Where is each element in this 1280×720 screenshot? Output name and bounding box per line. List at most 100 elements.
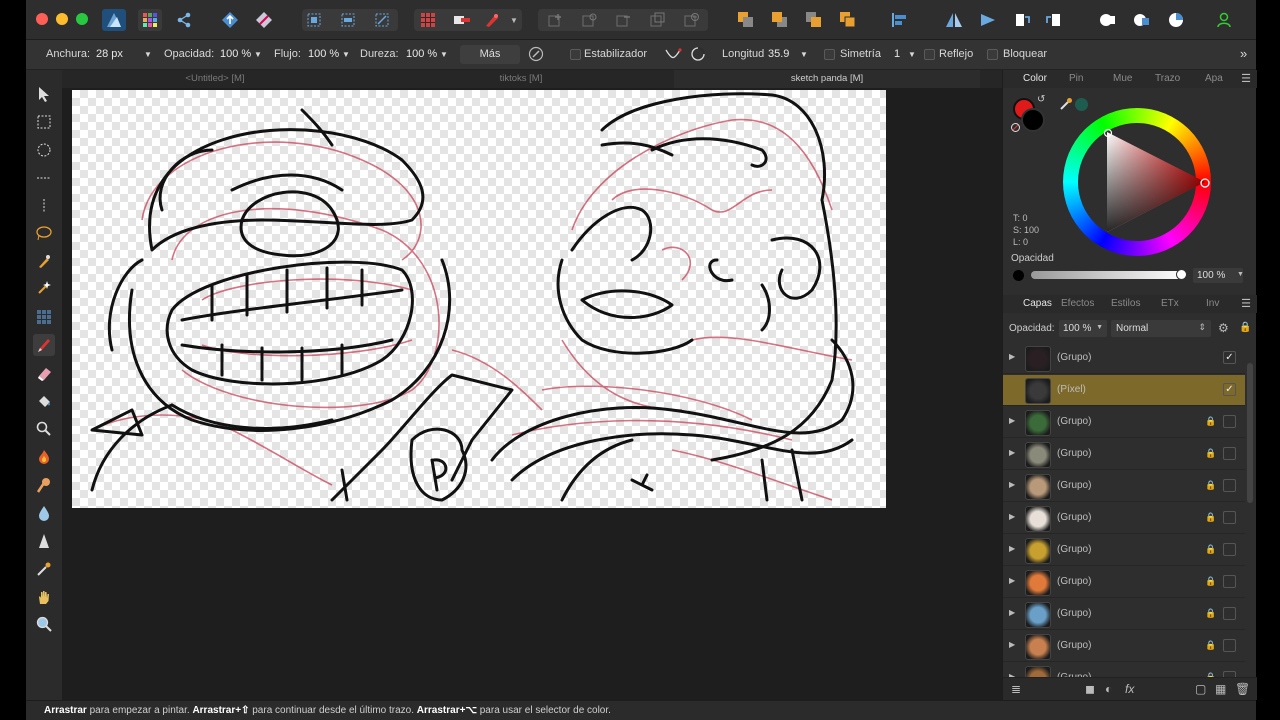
- length-chevron-icon[interactable]: ▼: [800, 50, 808, 59]
- expand-arrow-icon[interactable]: ▶: [1009, 544, 1015, 553]
- affinity-photo-icon[interactable]: [102, 9, 126, 31]
- tab-apa[interactable]: Apa: [1205, 73, 1223, 84]
- layer-visibility-checkbox[interactable]: [1223, 575, 1236, 588]
- burn-brush-icon[interactable]: [33, 446, 55, 468]
- layer-row[interactable]: ▶ (Grupo) 🔒: [1003, 567, 1245, 598]
- hardness-field[interactable]: 100 %: [406, 48, 437, 60]
- layer-visibility-checkbox[interactable]: ✓: [1223, 383, 1236, 396]
- layer-lock-icon[interactable]: 🔒: [1205, 640, 1216, 651]
- boolean-intersect-icon[interactable]: [1164, 9, 1188, 31]
- layer-row[interactable]: (Píxel) ✓: [1003, 375, 1245, 406]
- blur-brush-icon[interactable]: [33, 418, 55, 440]
- sharpen-icon[interactable]: [33, 530, 55, 552]
- layer-list-scrollbar[interactable]: [1247, 363, 1253, 503]
- expand-arrow-icon[interactable]: ▶: [1009, 416, 1015, 425]
- swap-colors-icon[interactable]: ↺: [1037, 94, 1045, 105]
- layer-lock-icon[interactable]: 🔒: [1239, 322, 1251, 333]
- overflow-chevron-icon[interactable]: »: [1240, 46, 1247, 61]
- flood-select-icon[interactable]: [33, 276, 55, 298]
- drop-icon[interactable]: [33, 502, 55, 524]
- expand-arrow-icon[interactable]: ▶: [1009, 640, 1015, 649]
- arrange-front-icon[interactable]: [768, 9, 792, 31]
- layer-visibility-checkbox[interactable]: [1223, 511, 1236, 524]
- move-icon[interactable]: [33, 83, 55, 105]
- flood-fill-icon[interactable]: [33, 390, 55, 412]
- align-left-icon[interactable]: [888, 9, 912, 31]
- sketch-canvas[interactable]: [72, 90, 886, 508]
- tab-untitled[interactable]: <Untitled> [M]: [62, 70, 368, 88]
- flip-vertical-icon[interactable]: [976, 9, 1000, 31]
- rope-mode-icon[interactable]: [664, 46, 682, 65]
- opacity-slider[interactable]: [1031, 269, 1187, 280]
- width-field[interactable]: 28 px: [96, 48, 123, 60]
- layer-lock-icon[interactable]: 🔒: [1205, 576, 1216, 587]
- color-opacity-value[interactable]: 100 %: [1193, 268, 1243, 283]
- layer-visibility-checkbox[interactable]: [1223, 447, 1236, 460]
- column-marquee-icon[interactable]: [33, 195, 55, 217]
- expand-arrow-icon[interactable]: ▶: [1009, 608, 1015, 617]
- hardness-chevron-icon[interactable]: ▼: [440, 50, 448, 59]
- layer-lock-icon[interactable]: 🔒: [1205, 416, 1216, 427]
- duplicate-icon[interactable]: [646, 9, 670, 31]
- erase-brush-icon[interactable]: [33, 362, 55, 384]
- layer-visibility-checkbox[interactable]: [1223, 479, 1236, 492]
- new-group-icon[interactable]: ▦: [1215, 682, 1226, 696]
- tab-inv[interactable]: Inv: [1206, 298, 1219, 309]
- layer-row[interactable]: ▶ (Grupo) 🔒: [1003, 439, 1245, 470]
- color-wheel[interactable]: [1063, 108, 1211, 256]
- expand-arrow-icon[interactable]: ▶: [1009, 480, 1015, 489]
- tab-efectos[interactable]: Efectos: [1061, 298, 1094, 309]
- layer-row[interactable]: ▶ (Grupo) 🔒: [1003, 599, 1245, 630]
- opacity-slider-knob[interactable]: [1176, 269, 1187, 280]
- brush-mask-icon[interactable]: [480, 9, 504, 31]
- rotate-left-icon[interactable]: [1010, 9, 1034, 31]
- zoom-icon[interactable]: [33, 613, 55, 635]
- hand-icon[interactable]: [33, 586, 55, 608]
- layer-visibility-checkbox[interactable]: [1223, 607, 1236, 620]
- freehand-selection-icon[interactable]: [33, 222, 55, 244]
- tab-pin[interactable]: Pin: [1069, 73, 1083, 84]
- layers-opacity-field[interactable]: 100 % ▼: [1059, 320, 1107, 337]
- rect-marquee-icon[interactable]: [33, 111, 55, 133]
- selection-marquee-icon[interactable]: [336, 9, 360, 31]
- maximize-window-button[interactable]: [76, 13, 88, 25]
- layer-row[interactable]: ▶ (Grupo) 🔒: [1003, 631, 1245, 662]
- layer-lock-icon[interactable]: 🔒: [1205, 480, 1216, 491]
- boolean-add-icon[interactable]: [1096, 9, 1120, 31]
- add-adjust-icon[interactable]: [578, 9, 602, 31]
- delete-layer-icon[interactable]: 🗑: [1235, 682, 1250, 696]
- layer-visibility-checkbox[interactable]: [1223, 415, 1236, 428]
- color-opacity-chevron-icon[interactable]: ▼: [1237, 271, 1244, 278]
- grid-icon[interactable]: [416, 9, 440, 31]
- layer-lock-icon[interactable]: 🔒: [1205, 512, 1216, 523]
- symmetry-checkbox[interactable]: [824, 49, 835, 60]
- selection-grid-icon[interactable]: [302, 9, 326, 31]
- secondary-color-swatch[interactable]: [1021, 108, 1045, 132]
- lock-checkbox[interactable]: [987, 49, 998, 60]
- opacity-field[interactable]: 100 %: [220, 48, 251, 60]
- mask-layer-icon[interactable]: ◼: [1085, 682, 1095, 696]
- smudge-brush-icon[interactable]: [33, 474, 55, 496]
- tab-color[interactable]: Color: [1023, 73, 1047, 84]
- develop-icon[interactable]: [252, 9, 276, 31]
- tab-mue[interactable]: Mue: [1113, 73, 1132, 84]
- tab-sketch-panda[interactable]: sketch panda [M]: [674, 70, 980, 88]
- expand-arrow-icon[interactable]: ▶: [1009, 576, 1015, 585]
- tab-etx[interactable]: ETx: [1161, 298, 1179, 309]
- expand-arrow-icon[interactable]: ▶: [1009, 512, 1015, 521]
- remove-icon[interactable]: [612, 9, 636, 31]
- layer-row[interactable]: ▶ (Grupo) 🔒: [1003, 407, 1245, 438]
- layer-row[interactable]: ▶ (Grupo) ✓: [1003, 343, 1245, 374]
- fx-icon[interactable]: fx: [1125, 682, 1134, 696]
- blend-mode-select[interactable]: Normal ⇕: [1111, 320, 1211, 337]
- panel-menu-icon[interactable]: ☰: [1241, 72, 1251, 85]
- row-marquee-icon[interactable]: [33, 167, 55, 189]
- arrange-backward-icon[interactable]: [802, 9, 826, 31]
- tab-trazo[interactable]: Trazo: [1155, 73, 1180, 84]
- tab-estilos[interactable]: Estilos: [1111, 298, 1140, 309]
- canvas-workspace[interactable]: [62, 88, 1002, 700]
- brush-settings-icon[interactable]: [528, 46, 544, 65]
- layer-row[interactable]: ▶ (Grupo) 🔒: [1003, 503, 1245, 534]
- insert-layer-icon[interactable]: [544, 9, 568, 31]
- length-field[interactable]: 35.9: [768, 48, 789, 60]
